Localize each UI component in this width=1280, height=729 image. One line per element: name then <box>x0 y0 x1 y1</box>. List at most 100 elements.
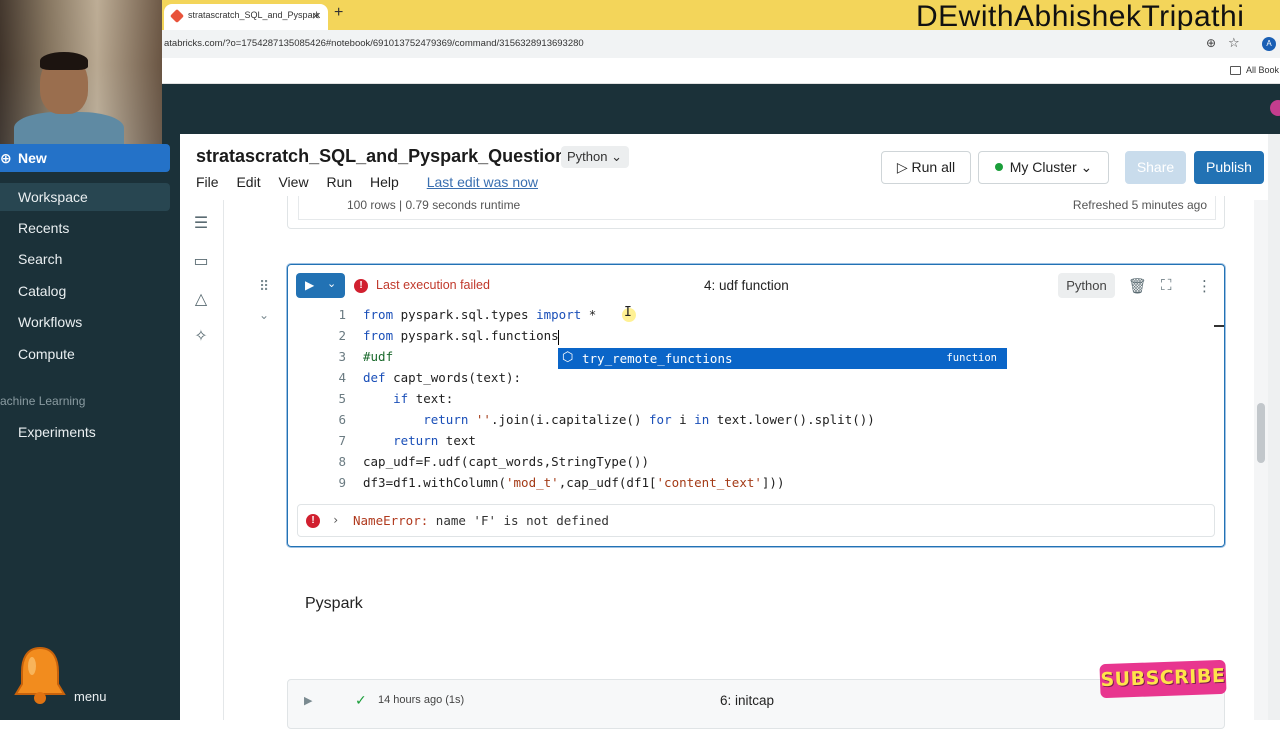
shapes-icon[interactable]: △ <box>191 289 211 309</box>
sidebar-section-heading: achine Learning <box>0 394 86 408</box>
more-options-icon[interactable]: ⋮ <box>1197 277 1212 295</box>
sidebar-menu-toggle[interactable]: menu <box>74 689 107 704</box>
row-count: 100 rows <box>347 198 396 212</box>
trash-icon[interactable]: 🗑 <box>1128 277 1147 295</box>
cell-title[interactable]: 6: initcap <box>720 693 774 708</box>
markdown-cell-text[interactable]: Pyspark <box>305 595 363 613</box>
code-token: in <box>694 412 710 427</box>
code-token: return <box>423 412 469 427</box>
code-token: pyspark.sql.types <box>393 307 537 322</box>
line-number: 4 <box>338 370 346 385</box>
code-line[interactable]: 9 df3=df1.withColumn('mod_t',cap_udf(df1[… <box>330 475 784 496</box>
assistant-icon[interactable]: ✧ <box>191 326 211 346</box>
code-line[interactable]: 7 return text <box>330 433 476 454</box>
sidebar-item-label: Experiments <box>18 424 96 440</box>
last-edit-link[interactable]: Last edit was now <box>427 174 538 190</box>
autocomplete-suggestion[interactable]: ⬡ try_remote_functions function <box>558 348 1007 369</box>
run-all-button[interactable]: ▷ Run all <box>881 151 971 184</box>
chevron-down-icon[interactable]: ⌄ <box>259 308 269 322</box>
code-token: for <box>649 412 672 427</box>
menu-help[interactable]: Help <box>370 174 399 190</box>
webcam-person-hair <box>40 52 88 70</box>
error-text: NameError: name 'F' is not defined <box>353 513 609 528</box>
sidebar-item-recents[interactable]: Recents <box>0 214 170 242</box>
databricks-favicon-icon <box>169 8 185 24</box>
play-icon[interactable]: ▶ <box>304 694 312 707</box>
table-of-contents-icon[interactable]: ☰ <box>191 213 211 233</box>
code-token: #udf <box>363 349 394 364</box>
folder-icon <box>1230 66 1241 75</box>
sidebar-item-workspace[interactable]: Workspace <box>0 183 170 211</box>
error-output[interactable]: ! › NameError: name 'F' is not defined <box>297 504 1215 537</box>
code-token: text <box>438 433 476 448</box>
sidebar-item-workflows[interactable]: Workflows <box>0 308 170 336</box>
menu-view[interactable]: View <box>278 174 308 190</box>
publish-button[interactable]: Publish <box>1194 151 1264 184</box>
webcam-overlay <box>0 0 162 144</box>
plus-circle-icon: ⊕ <box>0 150 12 166</box>
cell-title[interactable]: 4: udf function <box>704 278 789 293</box>
sidebar-item-label: Workspace <box>18 189 88 205</box>
menu-file[interactable]: File <box>196 174 219 190</box>
ibeam-cursor-icon: I <box>624 305 632 320</box>
sidebar-new-label: New <box>18 150 47 166</box>
code-token: ,cap_udf(df1[ <box>558 475 657 490</box>
tab-close-icon[interactable]: × <box>312 8 320 23</box>
sidebar-item-search[interactable]: Search <box>0 245 170 273</box>
notebook-title[interactable]: stratascratch_SQL_and_Pyspark_Question <box>196 146 566 167</box>
code-token: from <box>363 307 394 322</box>
menu-run[interactable]: Run <box>326 174 352 190</box>
expand-icon[interactable]: ⛶ <box>1161 277 1172 294</box>
menu-edit[interactable]: Edit <box>236 174 260 190</box>
code-line[interactable]: 2 from pyspark.sql.functions <box>330 328 558 349</box>
zoom-icon[interactable]: ⊕ <box>1206 36 1216 50</box>
cell-run-time: 14 hours ago (1s) <box>378 694 465 706</box>
code-line[interactable]: 1 from pyspark.sql.types import * <box>330 307 596 328</box>
run-cell-button[interactable]: ▶ ⌄ <box>296 273 345 298</box>
cluster-selector[interactable]: My Cluster ⌄ <box>978 151 1109 184</box>
browser-tab[interactable]: stratascratch_SQL_and_Pyspark × <box>164 4 328 30</box>
code-token: ])) <box>761 475 785 490</box>
code-line[interactable]: 8 cap_udf=F.udf(capt_words,StringType()) <box>330 454 649 475</box>
all-bookmarks-link[interactable]: All Book <box>1246 65 1279 75</box>
code-line[interactable]: 4 def capt_words(text): <box>330 370 521 391</box>
url-field[interactable]: atabricks.com/?o=1754287135085426#notebo… <box>164 38 584 49</box>
sidebar-item-compute[interactable]: Compute <box>0 340 170 368</box>
user-avatar[interactable] <box>1270 100 1280 116</box>
refreshed-text: Refreshed 5 minutes ago <box>1072 198 1207 212</box>
sidebar-item-experiments[interactable]: Experiments <box>0 418 170 446</box>
language-dropdown[interactable]: Python ⌄ <box>561 146 629 168</box>
cluster-status-icon <box>994 163 1003 171</box>
code-line[interactable]: 5 if text: <box>330 391 453 412</box>
address-bar: atabricks.com/?o=1754287135085426#notebo… <box>0 30 1280 58</box>
error-icon: ! <box>354 279 368 293</box>
text-cursor <box>558 330 559 345</box>
line-number: 3 <box>338 349 346 364</box>
bookmark-star-icon[interactable]: ☆ <box>1228 35 1240 51</box>
code-line[interactable]: 3 #udf <box>330 349 393 370</box>
code-token: text.lower().split()) <box>709 412 875 427</box>
error-icon: ! <box>306 514 320 528</box>
execution-status: Last execution failed <box>376 278 490 292</box>
share-button[interactable]: Share <box>1125 151 1186 184</box>
profile-avatar[interactable]: A <box>1262 37 1276 51</box>
databricks-top-header <box>0 84 1280 134</box>
bookmark-bar: All Book <box>0 58 1280 84</box>
scrollbar-thumb[interactable] <box>1257 403 1265 463</box>
sidebar-new-button[interactable]: ⊕ New <box>0 144 170 172</box>
chevron-down-icon: ⌄ <box>1076 159 1093 175</box>
chevron-right-icon[interactable]: › <box>332 513 339 527</box>
code-token: df3=df1.withColumn( <box>363 475 506 490</box>
code-token: cap_udf=F.udf(capt_words,StringType()) <box>363 454 649 469</box>
new-tab-button[interactable]: + <box>334 4 343 22</box>
code-line[interactable]: 6 return ''.join(i.capitalize() for i in… <box>330 412 875 433</box>
line-number: 5 <box>338 391 346 406</box>
sidebar: ⊕ New Workspace Recents Search Catalog W… <box>0 134 180 720</box>
code-token: text: <box>408 391 454 406</box>
sidebar-item-catalog[interactable]: Catalog <box>0 277 170 305</box>
cell-language-badge[interactable]: Python <box>1058 273 1115 298</box>
folder-icon[interactable]: ▭ <box>191 251 211 271</box>
drag-handle-icon[interactable]: ⠿ <box>259 278 269 295</box>
